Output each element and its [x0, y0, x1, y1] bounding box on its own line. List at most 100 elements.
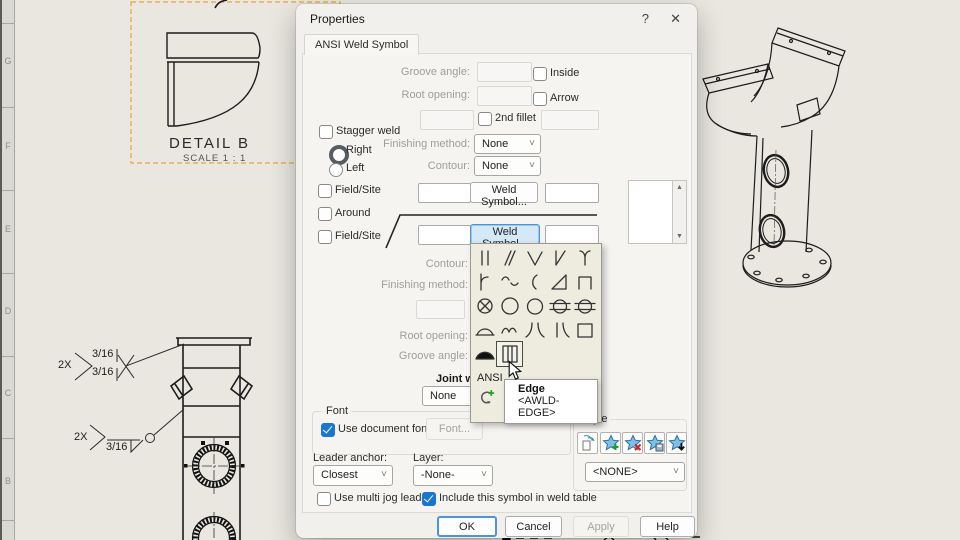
weld-ann1-bot: 3/16 [92, 366, 114, 378]
weld-table-label: Include this symbol in weld table [439, 492, 597, 504]
scroll-up-icon[interactable]: ▲ [673, 184, 686, 191]
second-fillet-label: 2nd fillet [495, 112, 536, 124]
root-opening-label: Root opening: [401, 89, 471, 101]
weld-length-input-top[interactable] [545, 183, 599, 203]
layer-dropdown[interactable]: -None- ˅ [413, 465, 493, 486]
contour-dropdown[interactable]: None ˅ [474, 156, 541, 176]
tab-ansi-weld-symbol[interactable]: ANSI Weld Symbol [304, 34, 420, 55]
preview-scrollbar[interactable]: ▲ ▼ [672, 180, 687, 244]
weld-symbol-flare-v[interactable] [522, 318, 547, 342]
properties-dialog: Properties ? ✕ ANSI Weld Symbol Groove a… [296, 4, 697, 538]
second-fillet-size-input[interactable] [541, 110, 599, 130]
weld-symbol-v-groove[interactable] [522, 246, 547, 270]
weld-symbol-backing[interactable] [572, 270, 597, 294]
leader-anchor-dropdown[interactable]: Closest ˅ [313, 465, 393, 486]
chevron-down-icon: ˅ [381, 469, 387, 480]
around-checkbox[interactable] [318, 207, 332, 221]
screen: { "colors":{"accent_blue":"#1976d2","hig… [0, 0, 960, 540]
weld-symbol-bevel-groove[interactable] [547, 246, 572, 270]
symbol-preview [628, 180, 674, 244]
fillet-size-input[interactable] [420, 110, 474, 130]
ok-button[interactable]: OK [437, 516, 497, 537]
root-opening2-label: Root opening: [399, 330, 469, 342]
left-radio[interactable] [329, 163, 343, 177]
help-bottom-button[interactable]: Help [640, 516, 695, 537]
load-style-button[interactable] [666, 432, 687, 454]
leader-anchor-value: Closest [321, 469, 358, 481]
contour2-label: Contour: [425, 258, 468, 270]
cancel-button[interactable]: Cancel [505, 516, 562, 537]
weld-symbol-button-bottom[interactable]: Weld Symbol... [470, 224, 540, 250]
no-style-button[interactable] [577, 432, 598, 454]
around-label: Around [335, 207, 371, 219]
layer-label: Layer: [413, 452, 444, 464]
weld-length-input-bottom[interactable] [545, 225, 599, 245]
style-dropdown[interactable]: <NONE> ˅ [585, 462, 685, 482]
second-fillet-checkbox[interactable] [478, 112, 492, 126]
symbol-tooltip: Edge <AWLD-EDGE> [504, 379, 598, 424]
inside-label: Inside [550, 67, 580, 79]
delete-style-button[interactable] [622, 432, 643, 454]
field-site2-checkbox[interactable] [318, 230, 332, 244]
weld-symbol-flare-bevel-small[interactable] [522, 270, 547, 294]
use-document-font-checkbox[interactable] [321, 423, 335, 437]
multi-jog-label: Use multi jog leader [334, 492, 432, 504]
arrow-checkbox[interactable] [533, 92, 547, 106]
weld-ann2-size: 3/16 [106, 441, 128, 453]
weld-symbol-scarf[interactable] [497, 246, 522, 270]
add-style-button[interactable] [600, 432, 621, 454]
stagger-weld-checkbox[interactable] [319, 125, 333, 139]
save-style-button[interactable] [644, 432, 665, 454]
leader-anchor-label: Leader anchor: [313, 452, 387, 464]
add-symbol-library-icon[interactable] [478, 389, 495, 409]
weld-symbol-surfacing[interactable] [472, 318, 497, 342]
groove-angle2-label: Groove angle: [398, 350, 468, 362]
weld-symbol-u-groove[interactable] [572, 246, 597, 270]
finishing2-input[interactable] [416, 300, 465, 319]
finishing2-label: Finishing method: [381, 279, 468, 291]
weld-symbol-seam-2[interactable] [572, 294, 597, 318]
scroll-down-icon[interactable]: ▼ [673, 233, 686, 240]
weld-symbol-flare-v-small[interactable] [497, 270, 522, 294]
weld-symbol-fillet[interactable] [547, 270, 572, 294]
weld-symbol-plug-slot[interactable] [472, 294, 497, 318]
inside-checkbox[interactable] [533, 67, 547, 81]
left-label: Left [346, 162, 365, 174]
stagger-weld-label: Stagger weld [336, 125, 401, 137]
tooltip-title: Edge [518, 383, 545, 395]
weld-symbol-box-groove[interactable] [572, 318, 597, 342]
field-site-checkbox[interactable] [318, 184, 332, 198]
right-label: Right [346, 144, 372, 156]
weld-symbol-back-weld[interactable] [472, 342, 497, 366]
style-value: <NONE> [593, 466, 638, 478]
root-opening-input[interactable] [477, 86, 532, 106]
weld-symbol-seam[interactable] [547, 294, 572, 318]
weld-size-input-bottom[interactable] [418, 225, 471, 245]
field-site2-label: Field/Site [335, 230, 381, 242]
weld-ann1-top: 3/16 [92, 348, 114, 360]
weld-symbol-double-curve[interactable] [497, 318, 522, 342]
field-site-label: Field/Site [335, 184, 381, 196]
tooltip-code: <AWLD-EDGE> [518, 395, 560, 419]
weld-size-input-top[interactable] [418, 183, 471, 203]
chevron-down-icon: ˅ [529, 138, 535, 149]
chevron-down-icon: ˅ [673, 466, 679, 477]
multi-jog-checkbox[interactable] [317, 492, 331, 506]
weld-symbol-spot[interactable] [522, 294, 547, 318]
weld-symbol-flare-bevel[interactable] [547, 318, 572, 342]
groove-angle-input[interactable] [477, 62, 532, 82]
symbol-library-label: ANSI [477, 372, 503, 384]
help-button[interactable]: ? [638, 11, 653, 26]
detail-title: DETAIL B [169, 135, 251, 152]
apply-button[interactable]: Apply [573, 516, 629, 537]
finishing-method-dropdown[interactable]: None ˅ [474, 134, 541, 154]
weld-symbol-button-top[interactable]: Weld Symbol... [470, 182, 538, 208]
close-button[interactable]: ✕ [666, 11, 685, 27]
weld-symbol-square-groove[interactable] [472, 246, 497, 270]
weld-symbol-spot-large[interactable] [497, 294, 522, 318]
detail-scale: SCALE 1 : 1 [183, 153, 247, 164]
weld-symbol-j-groove[interactable] [472, 270, 497, 294]
joint-spacer-value: None [430, 390, 457, 402]
weld-table-checkbox[interactable] [422, 492, 436, 506]
mouse-cursor-icon [508, 360, 523, 385]
